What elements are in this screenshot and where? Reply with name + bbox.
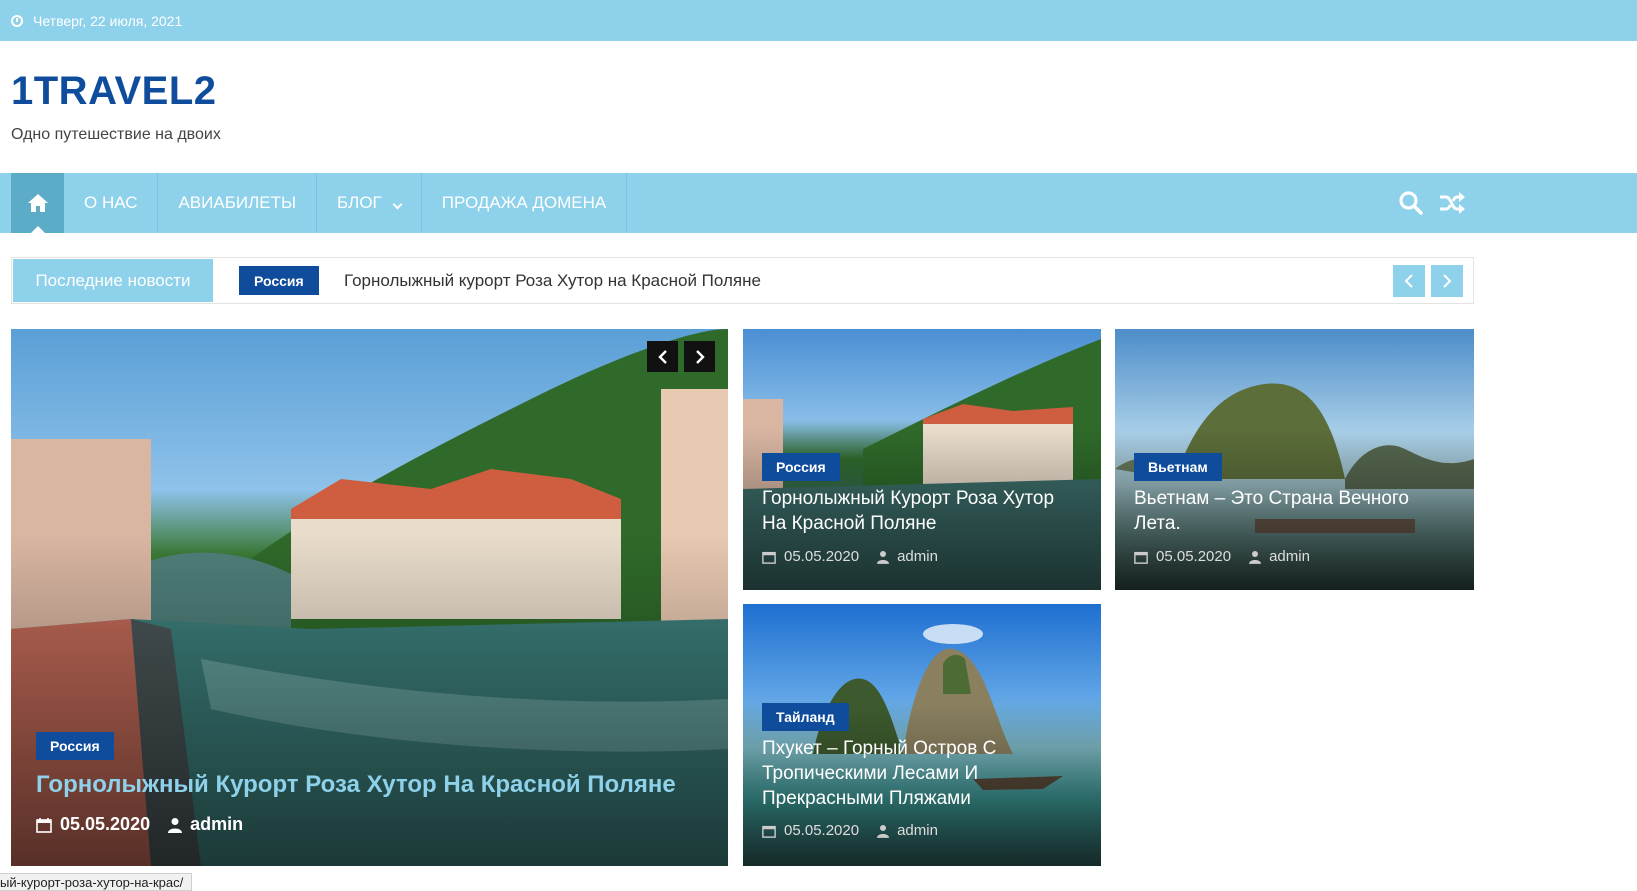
post-card-thailand[interactable]: Тайланд Пхукет – Горный Остров С Тропиче… — [743, 604, 1101, 866]
post-category-badge[interactable]: Россия — [762, 453, 840, 481]
main-navigation: О НАС АВИАБИЛЕТЫ БЛОГ ПРОДАЖА ДОМЕНА — [0, 173, 1637, 233]
search-icon[interactable] — [1398, 190, 1424, 216]
current-date: Четверг, 22 июля, 2021 — [33, 12, 183, 29]
post-category-badge[interactable]: Тайланд — [762, 703, 849, 731]
calendar-icon — [762, 824, 776, 838]
nav-item-about[interactable]: О НАС — [64, 173, 159, 233]
featured-author[interactable]: admin — [190, 814, 243, 835]
nav-item-label: БЛОГ — [337, 193, 382, 212]
site-tagline: Одно путешествие на двоих — [11, 126, 221, 143]
post-author[interactable]: admin — [1269, 548, 1310, 565]
nav-item-domain-sale[interactable]: ПРОДАЖА ДОМЕНА — [422, 173, 628, 233]
post-title[interactable]: Пхукет – Горный Остров С Тропическими Ле… — [762, 736, 1082, 811]
top-bar: Четверг, 22 июля, 2021 — [0, 0, 1637, 41]
chevron-left-icon — [657, 349, 667, 364]
featured-meta: 05.05.2020 admin — [36, 814, 243, 835]
chevron-down-icon — [392, 199, 403, 209]
nav-item-label: О НАС — [84, 193, 138, 212]
post-author[interactable]: admin — [897, 822, 938, 839]
slider-prev-button[interactable] — [647, 341, 678, 372]
featured-category-badge[interactable]: Россия — [36, 732, 114, 760]
featured-slider[interactable]: Россия Горнолыжный Курорт Роза Хутор На … — [11, 329, 728, 866]
post-title[interactable]: Вьетнам – Это Страна Вечного Лета. — [1134, 486, 1454, 536]
post-meta: 05.05.2020 admin — [1134, 548, 1310, 565]
nav-item-label: АВИАБИЛЕТЫ — [178, 193, 297, 212]
ticker-category-badge[interactable]: Россия — [239, 266, 319, 295]
user-icon — [877, 824, 890, 838]
post-author[interactable]: admin — [897, 548, 938, 565]
post-title[interactable]: Горнолыжный Курорт Роза Хутор На Красной… — [762, 486, 1082, 536]
post-meta: 05.05.2020 admin — [762, 822, 938, 839]
chevron-right-icon — [695, 349, 705, 364]
nav-item-tickets[interactable]: АВИАБИЛЕТЫ — [158, 173, 318, 233]
nav-home[interactable] — [11, 173, 64, 233]
user-icon — [877, 550, 890, 564]
post-meta: 05.05.2020 admin — [762, 548, 938, 565]
home-icon — [27, 194, 48, 212]
chevron-left-icon — [1404, 274, 1413, 288]
chevron-right-icon — [1443, 274, 1452, 288]
featured-date[interactable]: 05.05.2020 — [60, 814, 150, 835]
calendar-icon — [36, 817, 52, 833]
post-date[interactable]: 05.05.2020 — [784, 548, 859, 565]
ticker-label: Последние новости — [13, 259, 213, 302]
shuffle-icon[interactable] — [1438, 191, 1466, 215]
site-title[interactable]: 1TRAVEL2 — [11, 68, 221, 114]
calendar-icon — [762, 550, 776, 564]
slider-next-button[interactable] — [684, 341, 715, 372]
post-category-badge[interactable]: Вьетнам — [1134, 453, 1222, 481]
post-card-vietnam[interactable]: Вьетнам Вьетнам – Это Страна Вечного Лет… — [1115, 329, 1474, 590]
nav-item-label: ПРОДАЖА ДОМЕНА — [441, 193, 607, 212]
nav-item-blog[interactable]: БЛОГ — [317, 173, 422, 233]
post-card-russia[interactable]: Россия Горнолыжный Курорт Роза Хутор На … — [743, 329, 1101, 590]
user-icon — [168, 817, 183, 833]
news-ticker: Последние новости Россия Горнолыжный кур… — [11, 257, 1474, 304]
ticker-headline[interactable]: Горнолыжный курорт Роза Хутор на Красной… — [344, 258, 761, 303]
ticker-prev-button[interactable] — [1393, 265, 1425, 297]
ticker-next-button[interactable] — [1431, 265, 1463, 297]
post-date[interactable]: 05.05.2020 — [784, 822, 859, 839]
featured-title[interactable]: Горнолыжный Курорт Роза Хутор На Красной… — [36, 770, 716, 800]
site-branding: 1TRAVEL2 Одно путешествие на двоих — [11, 68, 221, 144]
clock-icon — [11, 14, 23, 27]
browser-status-url: ый-курорт-роза-хутор-на-крас/ — [0, 873, 193, 891]
user-icon — [1249, 550, 1262, 564]
post-date[interactable]: 05.05.2020 — [1156, 548, 1231, 565]
calendar-icon — [1134, 550, 1148, 564]
